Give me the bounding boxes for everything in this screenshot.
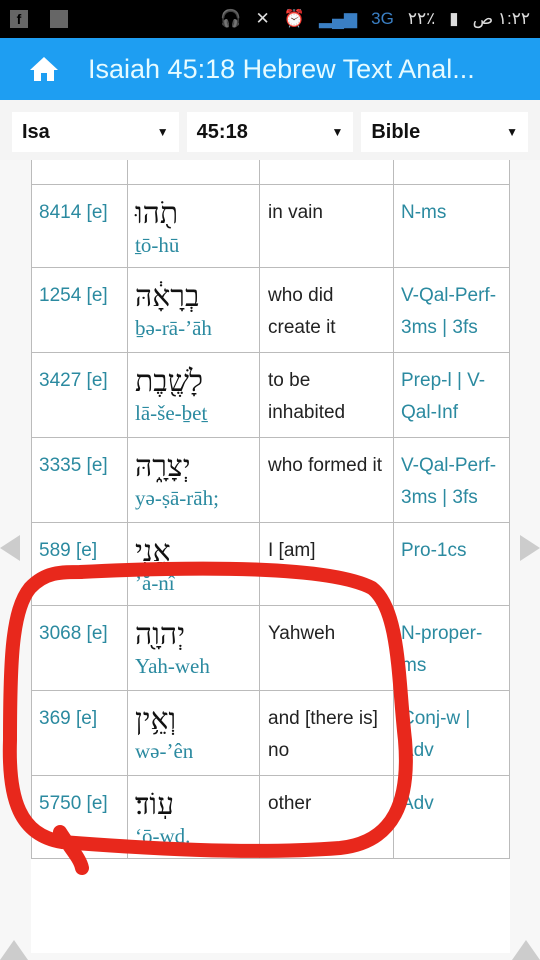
hebrew-word: תֹ֖הוּ: [135, 196, 179, 231]
table-row: 589 [e] אֲנִ֥י’ă-nî I [am] Pro-1cs: [31, 522, 510, 606]
version-select[interactable]: Bible ▼: [361, 112, 529, 152]
verse-select[interactable]: 45:18 ▼: [186, 112, 354, 152]
strongs-link[interactable]: 3335 [e]: [31, 437, 128, 523]
headset-icon: 🎧: [220, 9, 242, 28]
battery-percent: ٢٢٪: [407, 9, 436, 28]
english-gloss: other: [259, 775, 394, 859]
table-row: [31, 160, 510, 185]
strongs-link[interactable]: 5750 [e]: [31, 775, 128, 859]
transliteration-link[interactable]: ṯō-hū: [135, 231, 252, 259]
dropdown-arrow-icon: ▼: [506, 125, 519, 139]
english-gloss: who formed it: [259, 437, 394, 523]
hebrew-cell: אֲנִ֥י’ă-nî: [127, 522, 260, 606]
gallery-icon: [50, 10, 68, 28]
analysis-table: 8414 [e] תֹ֖הוּ ṯō-hū in vain N-ms 1254 [e…: [31, 160, 510, 953]
clock: ١:٢٢ ص: [472, 9, 530, 28]
table-row: 369 [e] וְאֵ֥ין wə-’ên and [there is] no …: [31, 690, 510, 776]
strongs-link[interactable]: 1254 [e]: [31, 267, 128, 353]
dropdown-arrow-icon: ▼: [331, 125, 344, 139]
english-gloss: and [there is] no: [259, 690, 394, 776]
strongs-link[interactable]: 369 [e]: [31, 690, 128, 776]
parsing-link[interactable]: Adv: [393, 775, 510, 859]
hebrew-cell: לָשֶׁ֖בֶת lā-še-ḇeṯ: [127, 352, 260, 438]
english-gloss: in vain: [259, 184, 394, 268]
hebrew-cell: [127, 160, 260, 185]
english-gloss: to be inhabited: [259, 352, 394, 438]
verse-value: 45:18: [196, 120, 248, 143]
transliteration-link[interactable]: wə-’ên: [135, 737, 252, 765]
table-row: 8414 [e] תֹ֖הוּ ṯō-hū in vain N-ms: [31, 184, 510, 268]
english-gloss: I [am]: [259, 522, 394, 606]
parsing-link[interactable]: V-Qal-Perf-3ms | 3fs: [393, 267, 510, 353]
book-value: Isa: [22, 120, 50, 143]
parsing-link[interactable]: Pro-1cs: [393, 522, 510, 606]
table-row: 5750 [e] עֽוֹד׃ ‘ō-wḏ. other Adv: [31, 775, 510, 859]
scroll-up-right-icon[interactable]: [512, 940, 540, 960]
transliteration-link[interactable]: Yah-weh: [135, 652, 252, 680]
signal-icon: ▂▄▆: [318, 9, 358, 28]
hebrew-word: יְצָרָ֑הּ: [135, 449, 191, 484]
strongs-link[interactable]: [31, 160, 128, 185]
status-bar: f 🎧 ✕ ⏰ ▂▄▆ 3G ٢٢٪ ▮ ١:٢٢ ص: [0, 0, 540, 38]
table-row: 1254 [e] בְרָאָ֔הּ ḇə-rā-’āh who did crea…: [31, 267, 510, 353]
parsing-link[interactable]: Prep-l | V-Qal-Inf: [393, 352, 510, 438]
parsing-link[interactable]: [393, 160, 510, 185]
parsing-link[interactable]: N-ms: [393, 184, 510, 268]
book-select[interactable]: Isa ▼: [12, 112, 179, 152]
dropdown-arrow-icon: ▼: [156, 125, 169, 139]
facebook-icon: f: [10, 10, 28, 28]
hebrew-word: בְרָאָ֔הּ: [135, 279, 200, 314]
english-gloss: who did create it: [259, 267, 394, 353]
hebrew-cell: עֽוֹד׃ ‘ō-wḏ.: [127, 775, 260, 859]
strongs-link[interactable]: 3427 [e]: [31, 352, 128, 438]
hebrew-cell: יְהוָ֖ה Yah-weh: [127, 605, 260, 691]
strongs-link[interactable]: 589 [e]: [31, 522, 128, 606]
selector-bar: Isa ▼ 45:18 ▼ Bible ▼: [0, 100, 540, 160]
transliteration-link[interactable]: ’ă-nî: [135, 569, 252, 597]
previous-verse-arrow-icon[interactable]: [0, 535, 20, 561]
home-button[interactable]: [0, 56, 88, 82]
alarm-icon: ⏰: [283, 9, 305, 28]
hebrew-cell: וְאֵ֥ין wə-’ên: [127, 690, 260, 776]
version-value: Bible: [371, 120, 421, 143]
strongs-link[interactable]: 3068 [e]: [31, 605, 128, 691]
english-gloss: Yahweh: [259, 605, 394, 691]
hebrew-cell: בְרָאָ֔הּ ḇə-rā-’āh: [127, 267, 260, 353]
hebrew-word: וְאֵ֥ין: [135, 702, 177, 737]
battery-icon: ▮: [449, 9, 459, 28]
network-type: 3G: [371, 9, 394, 28]
transliteration-link[interactable]: ḇə-rā-’āh: [135, 314, 252, 342]
hebrew-word: יְהוָ֖ה: [135, 617, 186, 652]
app-bar: Isaiah 45:18 Hebrew Text Anal...: [0, 38, 540, 100]
hebrew-cell: תֹ֖הוּ ṯō-hū: [127, 184, 260, 268]
hebrew-word: אֲנִ֥י: [135, 534, 171, 569]
transliteration-link[interactable]: yə-ṣā-rāh;: [135, 484, 252, 512]
hebrew-cell: יְצָרָ֑הּ yə-ṣā-rāh;: [127, 437, 260, 523]
english-gloss: [259, 160, 394, 185]
hebrew-word: עֽוֹד׃: [135, 787, 175, 822]
table-row: 3068 [e] יְהוָ֖ה Yah-weh Yahweh N-proper-…: [31, 605, 510, 691]
table-row: 3427 [e] לָשֶׁ֖בֶת lā-še-ḇeṯ to be inhabi…: [31, 352, 510, 438]
strongs-link[interactable]: 8414 [e]: [31, 184, 128, 268]
transliteration-link[interactable]: ‘ō-wḏ.: [135, 822, 252, 850]
hebrew-word: לָשֶׁ֖בֶת: [135, 364, 204, 399]
parsing-link[interactable]: N-proper-ms: [393, 605, 510, 691]
mute-icon: ✕: [255, 9, 270, 28]
transliteration-link[interactable]: lā-še-ḇeṯ: [135, 399, 252, 427]
scroll-up-left-icon[interactable]: [0, 940, 28, 960]
home-icon: [30, 57, 58, 81]
table-row: 3335 [e] יְצָרָ֑הּ yə-ṣā-rāh; who formed …: [31, 437, 510, 523]
next-verse-arrow-icon[interactable]: [520, 535, 540, 561]
parsing-link[interactable]: Conj-w | Adv: [393, 690, 510, 776]
page-title: Isaiah 45:18 Hebrew Text Anal...: [88, 53, 475, 84]
parsing-link[interactable]: V-Qal-Perf-3ms | 3fs: [393, 437, 510, 523]
